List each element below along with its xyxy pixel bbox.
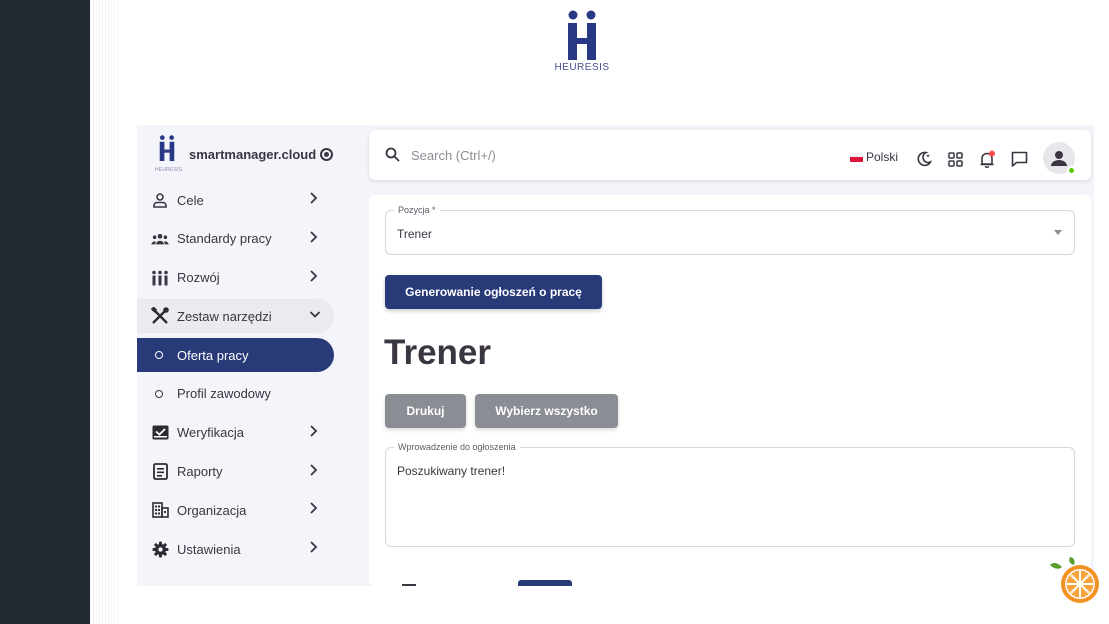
- sidebar-item-label: Oferta pracy: [177, 347, 249, 363]
- sidebar-item-ustawienia[interactable]: Ustawienia: [137, 532, 368, 566]
- sidebar-item-raporty[interactable]: Raporty: [137, 455, 368, 489]
- poland-flag-icon: [850, 152, 863, 162]
- language-label: Polski: [866, 150, 899, 164]
- sidebar-item-profil-zawodowy[interactable]: Profil zawodowy: [137, 377, 368, 411]
- position-label: Pozycja *: [394, 205, 440, 215]
- sidebar-item-label: Organizacja: [177, 502, 247, 518]
- grid-icon[interactable]: [946, 150, 964, 168]
- bell-icon[interactable]: [978, 150, 996, 168]
- sidebar-item-label: Rozwój: [177, 270, 220, 286]
- sidebar-item-standardy-pracy[interactable]: Standardy pracy: [137, 222, 368, 256]
- chevron-right-icon: [309, 191, 323, 207]
- intro-textarea[interactable]: Wprowadzenie do ogłoszenia Poszukiwany t…: [385, 442, 1075, 547]
- avatar[interactable]: [1043, 142, 1076, 175]
- sidebar-item-label: Weryfikacja: [177, 425, 244, 441]
- chevron-right-icon: [309, 501, 323, 517]
- document-icon: [151, 463, 169, 481]
- mini-logo-text: HEURESIS: [155, 167, 183, 173]
- avatar-icon: [1051, 151, 1067, 166]
- background-stripe: [90, 0, 120, 624]
- left-dark-bar: [0, 0, 90, 624]
- caret-down-icon: [1054, 230, 1062, 235]
- site-name: smartmanager.cloud: [189, 146, 317, 162]
- position-select[interactable]: Pozycja * Trener: [385, 205, 1075, 255]
- heuresis-mini-logo-icon: [159, 135, 175, 161]
- sidebar-item-rozwoj[interactable]: Rozwój: [137, 261, 368, 295]
- chevron-right-icon: [309, 540, 323, 556]
- user-icon: [151, 191, 169, 209]
- search-input[interactable]: [411, 145, 631, 165]
- next-section-card: [384, 566, 1090, 586]
- generate-job-ads-button[interactable]: Generowanie ogłoszeń o pracę: [385, 275, 602, 309]
- online-status-dot: [1067, 166, 1076, 175]
- sidebar-pin-toggle[interactable]: [320, 148, 333, 161]
- intro-label: Wprowadzenie do ogłoszenia: [394, 442, 520, 452]
- chevron-right-icon: [309, 269, 323, 285]
- sidebar-item-oferta-pracy[interactable]: Oferta pracy: [137, 338, 334, 373]
- chevron-down-icon: [309, 307, 323, 323]
- chevron-right-icon: [309, 463, 323, 479]
- sidebar-item-label: Raporty: [177, 464, 223, 480]
- sidebar: HEURESIS smartmanager.cloud Cele Standar…: [137, 125, 368, 586]
- sidebar-item-organizacja[interactable]: Organizacja: [137, 493, 368, 527]
- people-row-icon: [151, 269, 169, 287]
- sidebar-item-zestaw-narzedzi[interactable]: Zestaw narzędzi: [137, 299, 334, 334]
- search-icon[interactable]: [385, 147, 400, 167]
- app-frame: HEURESIS smartmanager.cloud Cele Standar…: [137, 125, 1094, 586]
- inbox-check-icon: [151, 424, 169, 442]
- building-icon: [151, 501, 169, 519]
- group-icon: [151, 230, 169, 248]
- logo-text: HEURESIS: [554, 62, 610, 73]
- job-offer-card: Pozycja * Trener Generowanie ogłoszeń o …: [369, 195, 1091, 586]
- heuresis-logo: HEURESIS: [548, 10, 616, 73]
- circle-icon: [155, 351, 163, 360]
- print-button[interactable]: Drukuj: [385, 394, 466, 428]
- sidebar-nav: Cele Standardy pracy Rozwój Zestaw narzę…: [137, 183, 368, 566]
- orange-fruit-icon: [1050, 557, 1100, 605]
- sidebar-header: HEURESIS smartmanager.cloud: [137, 125, 368, 183]
- heuresis-logo-icon: [568, 10, 596, 60]
- page-title: Trener: [384, 333, 491, 372]
- sidebar-item-label: Cele: [177, 192, 204, 208]
- topbar: Polski: [369, 130, 1091, 180]
- position-value: Trener: [397, 227, 432, 241]
- intro-value: Poszukiwany trener!: [397, 464, 506, 478]
- main-area: Polski Pozycja * Trener: [368, 125, 1094, 586]
- chevron-right-icon: [309, 424, 323, 440]
- tools-icon: [151, 307, 169, 325]
- moon-icon[interactable]: [915, 150, 933, 168]
- sidebar-item-label: Profil zawodowy: [177, 386, 271, 402]
- chat-icon[interactable]: [1010, 150, 1028, 168]
- sidebar-item-weryfikacja[interactable]: Weryfikacja: [137, 416, 368, 450]
- circle-icon: [155, 389, 163, 398]
- sidebar-item-cele[interactable]: Cele: [137, 183, 368, 217]
- select-all-button[interactable]: Wybierz wszystko: [475, 394, 618, 428]
- sidebar-item-label: Zestaw narzędzi: [177, 308, 272, 324]
- sidebar-item-label: Ustawienia: [177, 541, 241, 557]
- language-selector[interactable]: Polski: [850, 150, 898, 164]
- sidebar-logo[interactable]: HEURESIS: [155, 135, 183, 173]
- next-section-peek-icon: [402, 580, 572, 586]
- gear-icon: [151, 540, 169, 558]
- chevron-right-icon: [309, 230, 323, 246]
- sidebar-item-label: Standardy pracy: [177, 231, 272, 247]
